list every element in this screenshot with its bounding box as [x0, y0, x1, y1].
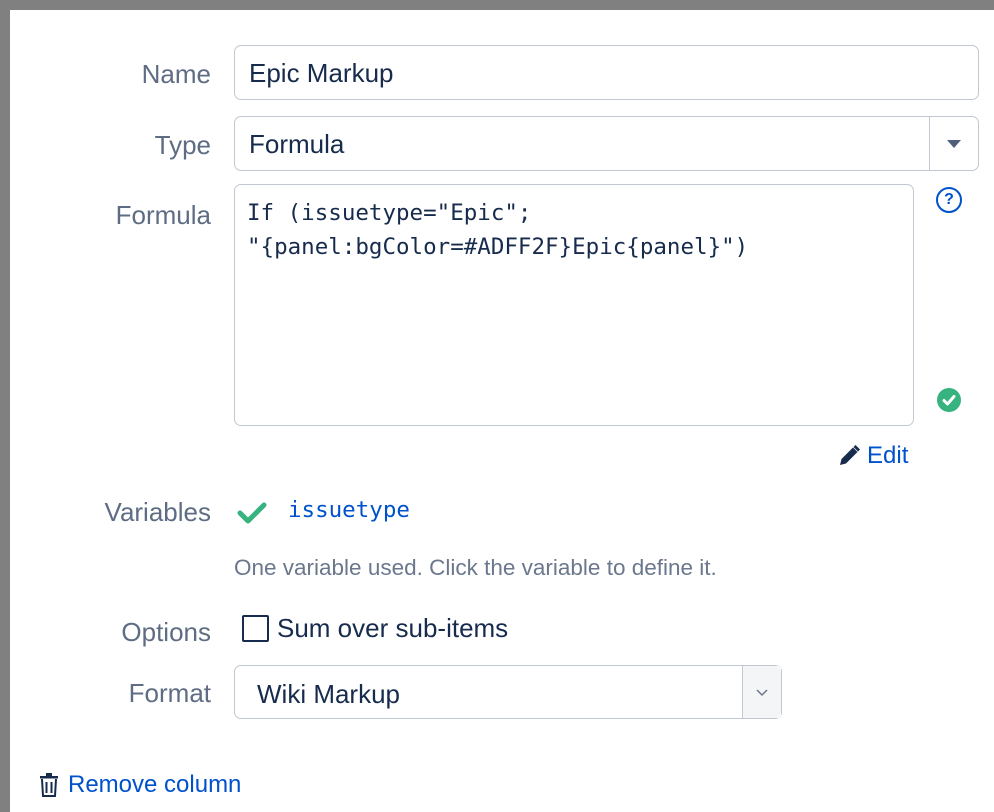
formula-line: "{panel:bgColor=#ADFF2F}Epic{panel}") [247, 234, 749, 260]
edit-formula-link[interactable]: Edit [837, 441, 908, 471]
window-top-border [0, 0, 994, 10]
type-dropdown-button[interactable] [929, 117, 978, 170]
format-select[interactable]: Wiki Markup [234, 665, 782, 719]
options-label: Options [121, 617, 211, 647]
name-label: Name [141, 59, 211, 89]
sum-over-subitems-label[interactable]: Sum over sub-items [277, 613, 508, 644]
chevron-down-icon [756, 689, 768, 697]
format-label: Format [128, 678, 211, 708]
trash-icon [38, 772, 60, 798]
edit-label: Edit [867, 442, 909, 469]
checkmark-icon [236, 500, 268, 531]
window-left-border [0, 0, 10, 812]
format-dropdown-button[interactable] [742, 666, 781, 718]
type-select[interactable]: Formula [234, 116, 979, 171]
format-select-value: Wiki Markup [257, 679, 401, 709]
caret-down-icon [947, 139, 961, 148]
pencil-icon [837, 444, 861, 468]
name-input-value: Epic Markup [249, 58, 394, 88]
variables-hint: One variable used. Click the variable to… [234, 555, 717, 580]
formula-label: Formula [115, 200, 211, 230]
type-label: Type [154, 130, 211, 160]
question-circle-icon[interactable]: ? [936, 187, 962, 213]
formula-line: If (issuetype="Epic"; [247, 200, 532, 226]
check-circle-icon [937, 388, 961, 412]
remove-column-link[interactable]: Remove column [38, 771, 241, 799]
variables-label: Variables [104, 497, 211, 527]
formula-editor[interactable]: If (issuetype="Epic"; "{panel:bgColor=#A… [234, 184, 914, 426]
name-input[interactable]: Epic Markup [234, 45, 979, 100]
sum-over-subitems-checkbox[interactable] [242, 615, 269, 642]
variable-issuetype-link[interactable]: issuetype [288, 497, 410, 523]
remove-column-label: Remove column [68, 771, 242, 798]
type-select-value: Formula [249, 129, 345, 159]
